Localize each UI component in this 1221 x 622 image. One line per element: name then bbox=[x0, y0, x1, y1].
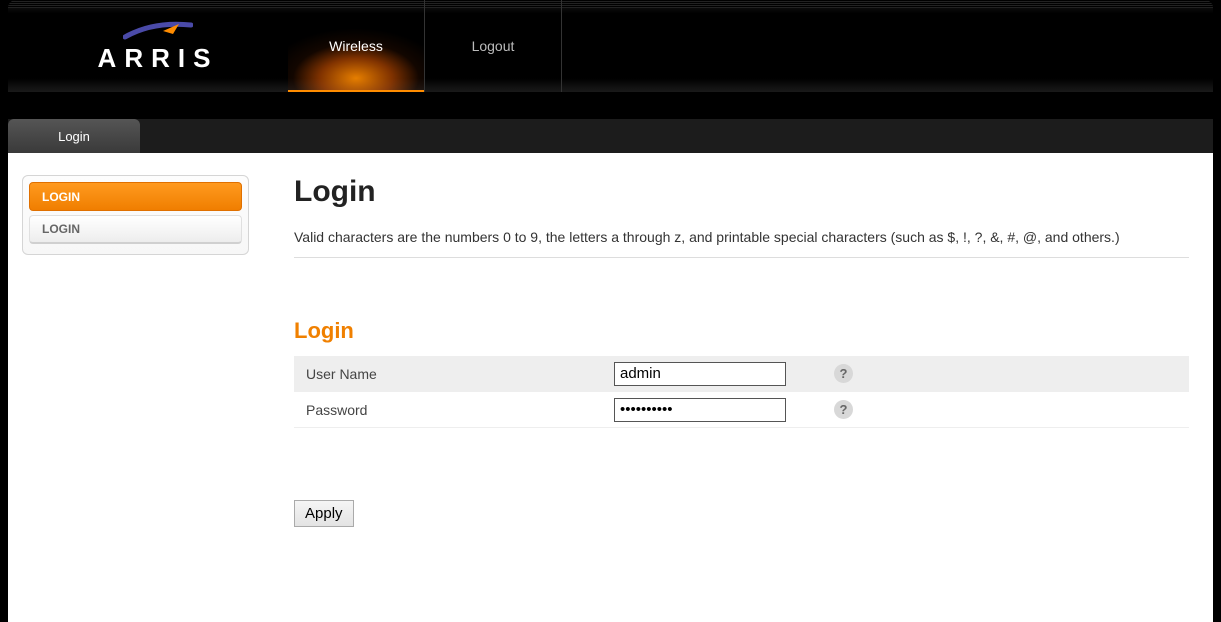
username-label: User Name bbox=[294, 366, 614, 382]
sidebar: LOGIN LOGIN bbox=[22, 175, 249, 255]
divider bbox=[294, 257, 1189, 258]
header: ARRIS Wireless Logout bbox=[8, 0, 1213, 92]
sidebar-item-label: LOGIN bbox=[42, 190, 80, 204]
help-icon[interactable]: ? bbox=[834, 400, 853, 419]
password-field-wrap bbox=[614, 398, 814, 422]
form-row-username: User Name ? bbox=[294, 356, 1189, 392]
main-panel: Login Valid characters are the numbers 0… bbox=[294, 175, 1199, 622]
password-label: Password bbox=[294, 402, 614, 418]
sidebar-item-login[interactable]: LOGIN bbox=[29, 215, 242, 244]
page-description: Valid characters are the numbers 0 to 9,… bbox=[294, 229, 1189, 245]
content: LOGIN LOGIN Login Valid characters are t… bbox=[8, 153, 1213, 622]
subnav-tab-label: Login bbox=[58, 129, 90, 144]
section-title: Login bbox=[294, 318, 1189, 344]
nav-tab-wireless[interactable]: Wireless bbox=[288, 0, 425, 92]
sidebar-item-login-active[interactable]: LOGIN bbox=[29, 182, 242, 211]
help-col: ? bbox=[814, 400, 853, 419]
password-input[interactable] bbox=[614, 398, 786, 422]
nav-tab-logout[interactable]: Logout bbox=[425, 0, 562, 92]
sidebar-item-label: LOGIN bbox=[42, 222, 80, 236]
apply-button[interactable]: Apply bbox=[294, 500, 354, 527]
page-title: Login bbox=[294, 175, 1189, 209]
brand-logo: ARRIS bbox=[8, 19, 288, 74]
subnav-tab-login[interactable]: Login bbox=[8, 119, 140, 153]
brand-name: ARRIS bbox=[98, 43, 219, 74]
nav-tab-label: Logout bbox=[472, 38, 515, 54]
form-row-password: Password ? bbox=[294, 392, 1189, 428]
logo-swoosh-icon bbox=[123, 19, 193, 41]
username-input[interactable] bbox=[614, 362, 786, 386]
secondary-nav: Login bbox=[8, 119, 1213, 153]
primary-nav: Wireless Logout bbox=[288, 0, 562, 92]
help-col: ? bbox=[814, 364, 853, 383]
username-field-wrap bbox=[614, 362, 814, 386]
nav-tab-label: Wireless bbox=[329, 38, 383, 54]
help-icon[interactable]: ? bbox=[834, 364, 853, 383]
